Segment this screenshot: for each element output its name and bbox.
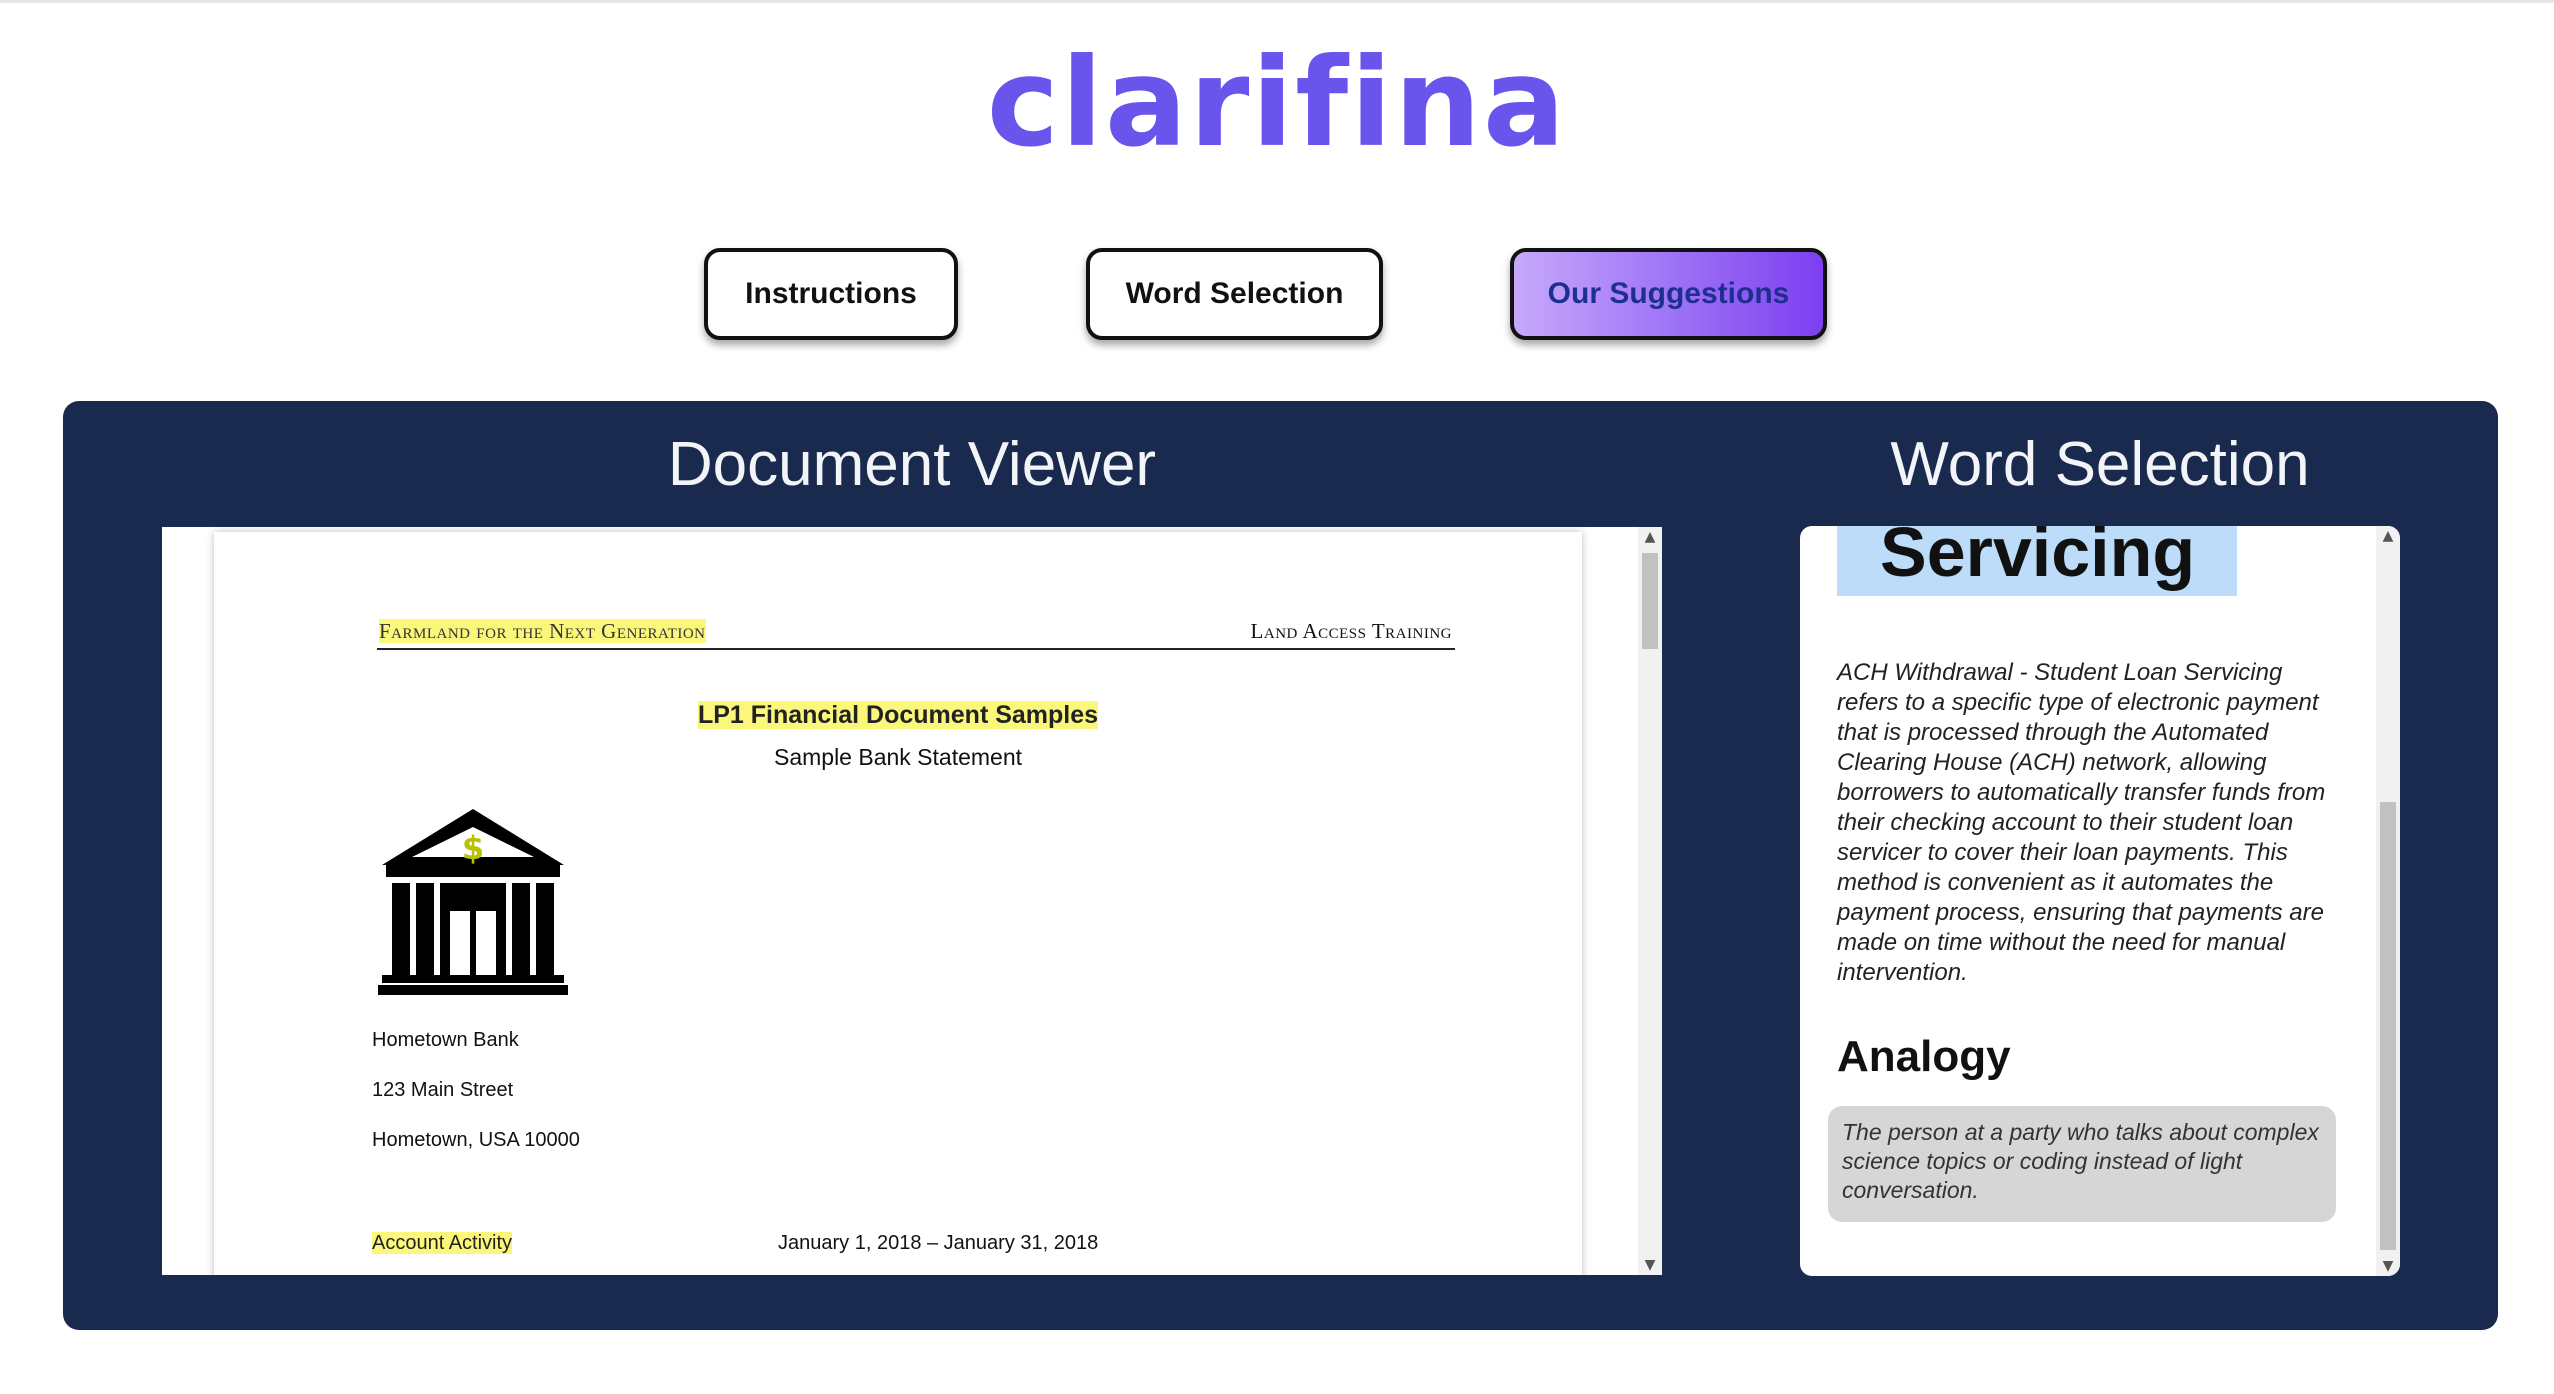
word-selection-card[interactable]: Servicing ACH Withdrawal - Student Loan … (1800, 526, 2400, 1276)
bank-street: 123 Main Street (372, 1079, 514, 1101)
account-activity-label: Account Activity (372, 1232, 513, 1254)
bank-building-dollar-icon: $ (378, 809, 568, 995)
bank-city: Hometown, USA 10000 (372, 1129, 580, 1151)
scroll-down-arrow-icon[interactable]: ▼ (1638, 1255, 1662, 1275)
word-selection-scroll-thumb[interactable] (2380, 802, 2396, 1250)
account-activity-period: January 1, 2018 – January 31, 2018 (778, 1232, 1099, 1254)
brand-logo: clarifina (986, 32, 1568, 174)
our-suggestions-button[interactable]: Our Suggestions (1510, 248, 1827, 340)
scroll-down-arrow-icon[interactable]: ▼ (2376, 1256, 2400, 1276)
analogy-heading: Analogy (1837, 1032, 2011, 1081)
svg-text:$: $ (462, 829, 484, 867)
document-viewer-title: Document Viewer (667, 430, 1157, 499)
selected-term: Servicing (1880, 526, 2196, 591)
document-subtitle: Sample Bank Statement (773, 744, 1023, 770)
word-selection-title: Word Selection (1890, 430, 2310, 499)
document-title: LP1 Financial Document Samples (697, 701, 1099, 729)
word-selection-button[interactable]: Word Selection (1086, 248, 1383, 340)
document-header-left: Farmland for the Next Generation (379, 619, 706, 643)
scroll-up-arrow-icon[interactable]: ▲ (1638, 527, 1662, 547)
header-rule (377, 648, 1455, 650)
top-border (0, 0, 2554, 3)
instructions-button[interactable]: Instructions (704, 248, 958, 340)
document-scrollbar[interactable]: ▲ ▼ (1638, 527, 1662, 1275)
bank-name: Hometown Bank (372, 1029, 519, 1051)
document-page: Farmland for the Next Generation Land Ac… (214, 532, 1582, 1275)
document-viewer[interactable]: Farmland for the Next Generation Land Ac… (162, 527, 1662, 1275)
word-selection-scrollbar[interactable]: ▲ ▼ (2376, 526, 2400, 1276)
scroll-up-arrow-icon[interactable]: ▲ (2376, 526, 2400, 546)
analogy-box: The person at a party who talks about co… (1828, 1106, 2336, 1222)
document-scroll-thumb[interactable] (1642, 553, 1658, 649)
term-definition: ACH Withdrawal - Student Loan Servicing … (1837, 659, 2326, 986)
document-header-right: Land Access Training (1250, 619, 1452, 643)
